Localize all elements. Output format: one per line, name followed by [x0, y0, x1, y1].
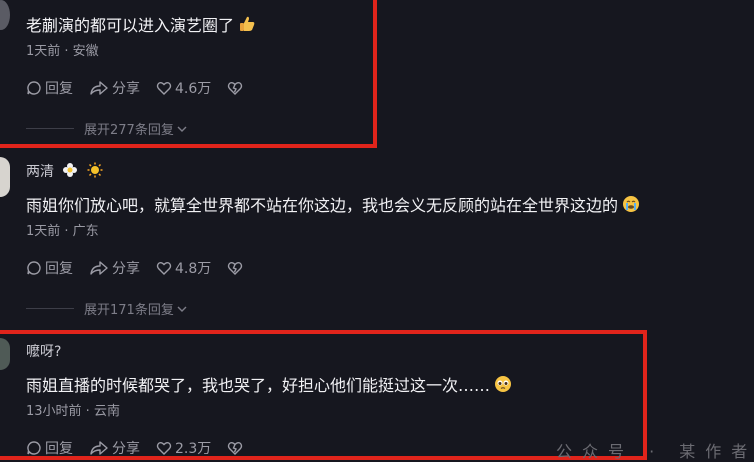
watermark: 公众号 · 某作者 — [556, 442, 754, 461]
sun-icon — [87, 162, 103, 182]
reply-icon — [27, 261, 41, 275]
broken-heart-icon — [228, 262, 243, 275]
avatar[interactable] — [0, 157, 10, 197]
comment-text: 雨姐你们放心吧，就算全世界都不站在你这边，我也会义无反顾的站在全世界这边的 — [26, 196, 619, 215]
comment-meta: 1天前 · 广东 — [26, 224, 99, 239]
heart-icon — [156, 262, 172, 275]
comment-2: 雨姐你们放心吧，就算全世界都不站在你这边，我也会义无反顾的站在全世界这边的 — [26, 192, 640, 217]
expand-replies[interactable]: 展开171条回复 — [26, 299, 188, 318]
dislike-button[interactable] — [227, 260, 246, 276]
share-icon — [90, 261, 108, 275]
chevron-down-icon — [177, 306, 187, 312]
comment-author[interactable]: 两清 — [26, 161, 103, 182]
highlight-box — [0, 0, 377, 148]
crying-face-icon — [622, 195, 640, 217]
comment-actions: 回复 分享 4.8万 — [26, 258, 262, 278]
share-button[interactable]: 分享 — [89, 258, 140, 278]
reply-button[interactable]: 回复 — [26, 258, 73, 278]
like-button[interactable]: 4.8万 — [156, 258, 211, 278]
flower-icon — [62, 162, 78, 182]
divider — [26, 308, 74, 309]
like-count: 4.8万 — [175, 261, 212, 277]
expand-replies-label: 展开171条回复 — [84, 303, 174, 318]
highlight-box — [0, 330, 647, 460]
